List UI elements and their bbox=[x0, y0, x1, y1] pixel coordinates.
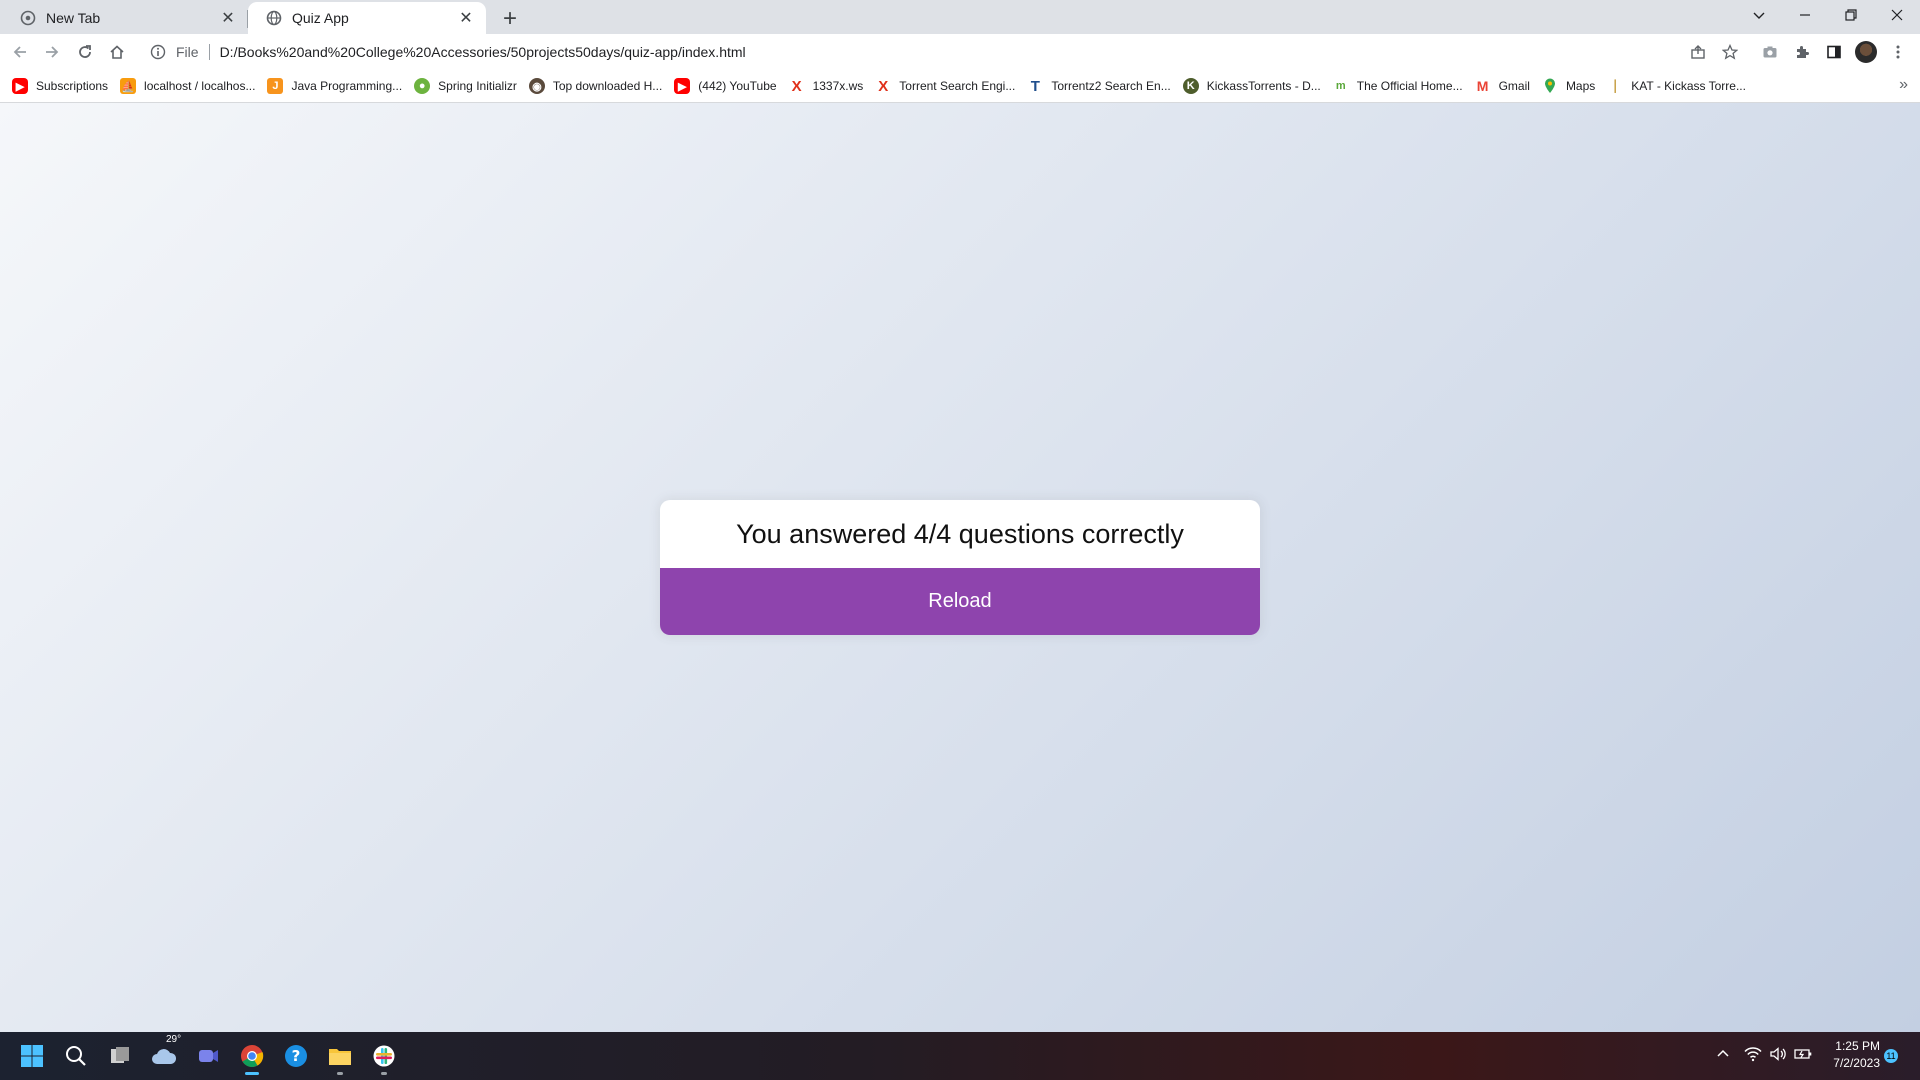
windows-taskbar: 29° ? 1:25 PM 7/2/2023 11 bbox=[0, 1032, 1920, 1080]
youtube-icon: ▶ bbox=[12, 78, 28, 94]
bookmark-label: Maps bbox=[1565, 79, 1596, 93]
torrentz-icon: T bbox=[1030, 77, 1040, 95]
battery-icon[interactable] bbox=[1794, 1046, 1812, 1062]
home-icon[interactable] bbox=[103, 38, 131, 66]
bookmark-label: Torrentz2 Search En... bbox=[1051, 79, 1171, 93]
close-tab-icon[interactable]: ✕ bbox=[218, 8, 238, 28]
x-icon: X bbox=[878, 77, 889, 95]
bookmark-label: 1337x.ws bbox=[812, 79, 864, 93]
bookmark-official-home[interactable]: m The Official Home... bbox=[1333, 78, 1463, 94]
slack-icon[interactable] bbox=[368, 1040, 400, 1075]
minimize-icon[interactable] bbox=[1782, 0, 1828, 30]
tab-search-icon[interactable] bbox=[1736, 0, 1782, 30]
weather-temp: 29° bbox=[166, 1034, 182, 1045]
close-window-icon[interactable] bbox=[1874, 0, 1920, 30]
url-separator bbox=[208, 44, 210, 60]
site-info-icon[interactable] bbox=[150, 44, 166, 60]
bookmarks-bar: ▶ Subscriptions ⛵ localhost / localhos..… bbox=[0, 70, 1920, 103]
menu-kebab-icon[interactable] bbox=[1884, 38, 1912, 66]
help-icon[interactable]: ? bbox=[280, 1040, 312, 1072]
quiz-result-heading: You answered 4/4 questions correctly bbox=[736, 518, 1184, 549]
file-explorer-icon[interactable] bbox=[324, 1040, 356, 1075]
tab-title: Quiz App bbox=[292, 10, 349, 26]
url-scheme-label: File bbox=[176, 44, 199, 60]
spring-icon: ● bbox=[414, 78, 431, 94]
m-icon: m bbox=[1335, 80, 1346, 92]
share-icon[interactable] bbox=[1684, 38, 1712, 66]
bookmark-kickasstorrents[interactable]: K KickassTorrents - D... bbox=[1182, 78, 1321, 94]
chrome-globe-icon bbox=[20, 10, 36, 26]
new-tab-button[interactable]: + bbox=[496, 5, 524, 33]
start-windows-icon[interactable] bbox=[16, 1040, 48, 1072]
bookmark-label: localhost / localhos... bbox=[144, 79, 256, 93]
bookmark-label: Java Programming... bbox=[291, 79, 403, 93]
side-panel-icon[interactable] bbox=[1820, 38, 1848, 66]
forward-icon[interactable] bbox=[38, 38, 66, 66]
address-bar[interactable]: File D:/Books%20and%20College%20Accessor… bbox=[140, 37, 1710, 67]
bookmark-youtube[interactable]: ▶ (442) YouTube bbox=[674, 78, 777, 94]
task-view-icon[interactable] bbox=[104, 1040, 136, 1072]
bookmark-spring-initializr[interactable]: ● Spring Initializr bbox=[414, 78, 517, 94]
bookmark-label: KAT - Kickass Torre... bbox=[1631, 79, 1746, 93]
teams-chat-icon[interactable] bbox=[192, 1040, 224, 1072]
javatpoint-icon: J bbox=[267, 78, 284, 94]
phpmyadmin-icon: ⛵ bbox=[120, 78, 137, 94]
extensions-icon[interactable] bbox=[1788, 38, 1816, 66]
clock-time: 1:25 PM bbox=[1835, 1039, 1880, 1053]
browser-toolbar: File D:/Books%20and%20College%20Accessor… bbox=[0, 34, 1920, 70]
bookmark-label: Spring Initializr bbox=[438, 79, 517, 93]
quiz-container: You answered 4/4 questions correctly Rel… bbox=[660, 500, 1260, 635]
bookmark-torrent-search[interactable]: X Torrent Search Engi... bbox=[875, 77, 1016, 95]
torrent-site-icon: ◉ bbox=[528, 78, 545, 94]
bookmark-label: Subscriptions bbox=[36, 79, 109, 93]
bookmark-java-programming[interactable]: J Java Programming... bbox=[267, 78, 402, 94]
kat-icon: ⎮ bbox=[1612, 80, 1619, 93]
bookmark-label: KickassTorrents - D... bbox=[1206, 79, 1321, 93]
reload-button[interactable]: Reload bbox=[660, 568, 1260, 635]
gmail-icon: M bbox=[1476, 78, 1489, 94]
tab-title: New Tab bbox=[46, 10, 101, 26]
bookmark-1337x[interactable]: X 1337x.ws bbox=[789, 77, 864, 95]
bookmark-subscriptions[interactable]: ▶ Subscriptions bbox=[12, 78, 108, 94]
kickass-icon: K bbox=[1182, 78, 1199, 94]
bookmark-label: Top downloaded H... bbox=[552, 79, 663, 93]
bookmark-maps[interactable]: Maps bbox=[1542, 78, 1595, 94]
bookmark-label: Gmail bbox=[1498, 79, 1530, 93]
reload-icon[interactable] bbox=[71, 38, 99, 66]
bookmark-torrentz2[interactable]: T Torrentz2 Search En... bbox=[1027, 77, 1171, 95]
bookmark-star-icon[interactable] bbox=[1716, 38, 1744, 66]
youtube-icon: ▶ bbox=[674, 78, 691, 94]
close-tab-icon[interactable]: ✕ bbox=[456, 8, 476, 28]
back-icon[interactable] bbox=[6, 38, 34, 66]
clock-date: 7/2/2023 bbox=[1833, 1056, 1880, 1070]
tab-quiz-app[interactable]: Quiz App ✕ bbox=[248, 2, 486, 34]
x-icon: X bbox=[791, 77, 802, 95]
screenshot-icon[interactable] bbox=[1756, 38, 1784, 66]
chrome-icon[interactable] bbox=[236, 1040, 268, 1075]
restore-icon[interactable] bbox=[1828, 0, 1874, 30]
show-hidden-icons-icon[interactable] bbox=[1716, 1046, 1730, 1060]
tab-new-tab[interactable]: New Tab ✕ bbox=[2, 2, 248, 34]
globe-icon bbox=[266, 10, 282, 26]
bookmark-label: The Official Home... bbox=[1356, 79, 1463, 93]
bookmark-label: (442) YouTube bbox=[698, 79, 777, 93]
notification-badge[interactable]: 11 bbox=[1884, 1049, 1898, 1063]
volume-icon[interactable] bbox=[1769, 1046, 1787, 1062]
maps-icon bbox=[1542, 78, 1558, 94]
profile-avatar[interactable] bbox=[1855, 41, 1877, 63]
search-icon[interactable] bbox=[60, 1040, 92, 1072]
bookmark-kat[interactable]: ⎮ KAT - Kickass Torre... bbox=[1607, 78, 1746, 94]
bookmark-gmail[interactable]: M Gmail bbox=[1475, 78, 1530, 94]
page-viewport: You answered 4/4 questions correctly Rel… bbox=[0, 103, 1920, 1032]
svg-text:?: ? bbox=[292, 1047, 301, 1065]
wifi-icon[interactable] bbox=[1744, 1046, 1762, 1062]
url-text[interactable]: D:/Books%20and%20College%20Accessories/5… bbox=[220, 44, 746, 60]
bookmark-top-downloaded[interactable]: ◉ Top downloaded H... bbox=[528, 78, 663, 94]
system-clock[interactable]: 1:25 PM 7/2/2023 bbox=[1820, 1038, 1880, 1072]
bookmark-label: Torrent Search Engi... bbox=[899, 79, 1016, 93]
bookmarks-overflow-icon[interactable]: » bbox=[1899, 76, 1908, 94]
bookmark-localhost[interactable]: ⛵ localhost / localhos... bbox=[120, 78, 255, 94]
tab-strip: New Tab ✕ Quiz App ✕ + bbox=[0, 0, 1920, 34]
